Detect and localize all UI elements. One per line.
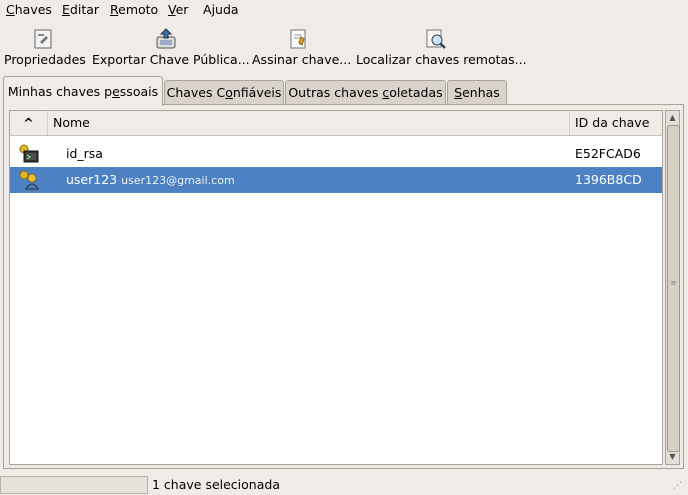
sort-indicator-header[interactable]: ^ [10,111,48,135]
key-id: 1396B8CD [575,172,642,187]
key-name-cell: user123 user123@gmail.com [66,167,235,193]
pgp-key-pair-icon [19,170,39,190]
menu-ver-label: er [175,2,189,17]
column-header-name[interactable]: Nome [48,111,570,135]
column-header-key-id-label: ID da chave [575,115,650,130]
menu-chaves-label: haves [14,2,52,17]
tab-panel: ^ Nome ID da chave id_rsa E52FCAD6 user1… [3,104,684,469]
properties-label: Propriedades [4,52,86,67]
statusbar-progress [0,476,148,494]
scrollbar-thumb[interactable]: ≡ [667,125,680,452]
key-name: user123 [66,172,118,187]
scroll-up-icon[interactable]: ▲ [667,112,678,124]
properties-button[interactable]: Propriedades [4,22,86,70]
key-email: user123@gmail.com [121,174,235,187]
tab-passwords[interactable]: Senhas [447,80,507,104]
column-header-name-label: Nome [53,115,90,130]
tab-trusted-keys[interactable]: Chaves Confiáveis [164,80,284,104]
vertical-scrollbar[interactable]: ▲ ≡ ▼ [665,110,680,465]
key-id: E52FCAD6 [575,146,641,161]
menu-ver[interactable]: Ver [168,2,188,17]
find-remote-keys-label: Localizar chaves remotas... [356,52,527,67]
menubar: Chaves Editar Remoto Ver Ajuda [0,0,688,20]
search-icon [426,29,446,49]
export-public-key-button[interactable]: Exportar Chave Pública... [92,22,250,70]
column-header-key-id[interactable]: ID da chave [570,111,662,135]
sign-icon [290,29,306,49]
status-text: 1 chave selecionada [152,477,280,492]
statusbar: 1 chave selecionada ⋰ [0,474,688,495]
sort-ascending-icon: ^ [23,115,34,130]
key-list[interactable]: ^ Nome ID da chave id_rsa E52FCAD6 user1… [9,110,663,465]
menu-ajuda[interactable]: Ajuda [203,2,239,17]
tab-other-collected-keys-label: Outras chaves coletadas [288,85,443,100]
menu-editar-label: ditar [69,2,100,17]
resize-grip-icon[interactable]: ⋰ [673,481,685,493]
list-header: ^ Nome ID da chave [10,111,662,136]
properties-icon [34,29,52,49]
menu-chaves[interactable]: Chaves [6,2,52,17]
sign-key-label: Assinar chave... [252,52,352,67]
menu-remoto[interactable]: Remoto [110,2,158,17]
tab-passwords-label: Senhas [454,85,500,100]
grip-icon: ≡ [670,279,677,287]
export-public-key-label: Exportar Chave Pública... [92,52,250,67]
menu-remoto-label: emoto [118,2,159,17]
export-key-icon [156,28,176,49]
tab-my-personal-keys-label: Minhas chaves pessoais [7,84,159,99]
table-row[interactable]: id_rsa E52FCAD6 [10,141,662,167]
menu-editar[interactable]: Editar [62,2,99,17]
menu-ajuda-label: uda [215,2,239,17]
sign-key-button[interactable]: Assinar chave... [252,22,352,70]
tab-my-personal-keys[interactable]: Minhas chaves pessoais [3,76,163,106]
table-row-selected[interactable]: user123 user123@gmail.com 1396B8CD [10,167,662,193]
tab-trusted-keys-label: Chaves Confiáveis [166,85,282,100]
key-name: id_rsa [66,146,103,161]
toolbar: Propriedades Exportar Chave Pública... A… [0,22,688,72]
scroll-down-icon[interactable]: ▼ [667,451,678,463]
find-remote-keys-button[interactable]: Localizar chaves remotas... [356,22,527,70]
ssh-key-icon [19,144,39,163]
key-tabs: Minhas chaves pessoais Chaves Confiáveis… [0,76,688,106]
tab-other-collected-keys[interactable]: Outras chaves coletadas [285,80,446,104]
